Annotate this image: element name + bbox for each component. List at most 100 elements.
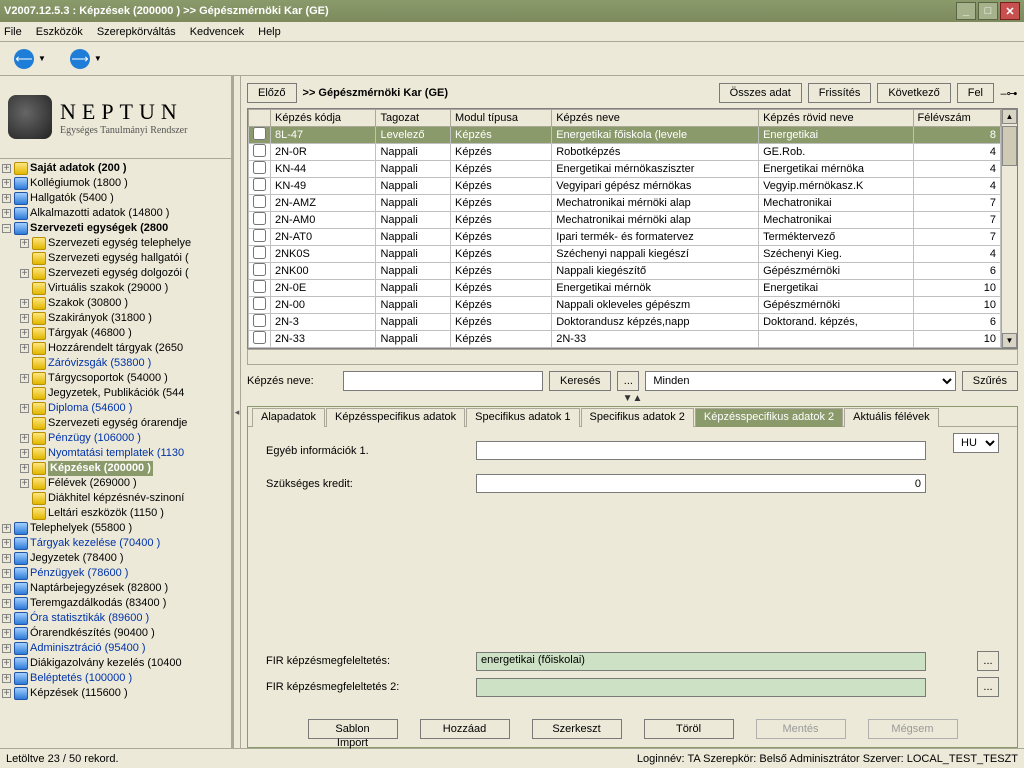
tree-twisty-icon[interactable]: + (20, 464, 29, 473)
tree-twisty-icon[interactable]: + (2, 179, 11, 188)
table-row[interactable]: KN-49NappaliKépzésVegyipari gépész mérnö… (249, 178, 1001, 195)
tree-item[interactable]: +Szakok (30800 ) (2, 296, 231, 311)
menu-szerepkörváltás[interactable]: Szerepkörváltás (97, 26, 176, 38)
tree-twisty-icon[interactable]: + (2, 209, 11, 218)
tree-twisty-icon[interactable]: + (20, 299, 29, 308)
tab[interactable]: Aktuális félévek (844, 408, 938, 427)
tree-item[interactable]: +Félévek (269000 ) (2, 476, 231, 491)
table-row[interactable]: KN-44NappaliKépzésEnergetikai mérnökaszi… (249, 161, 1001, 178)
tree-item[interactable]: +Szervezeti egység dolgozói ( (2, 266, 231, 281)
tree-twisty-icon[interactable]: + (20, 374, 29, 383)
tree-item[interactable]: +Naptárbejegyzések (82800 ) (2, 581, 231, 596)
action-hozzáad[interactable]: Hozzáad (420, 719, 510, 739)
table-row[interactable]: 2N-0RNappaliKépzésRobotképzésGE.Rob.4 (249, 144, 1001, 161)
table-row[interactable]: 2N-AMZNappaliKépzésMechatronikai mérnöki… (249, 195, 1001, 212)
grid-col-header[interactable]: Félévszám (913, 110, 1000, 127)
row-checkbox[interactable] (253, 161, 266, 174)
nav-tree[interactable]: +Saját adatok (200 )+Kollégiumok (1800 )… (0, 158, 231, 748)
table-row[interactable]: 2N-AT0NappaliKépzésIpari termék- és form… (249, 229, 1001, 246)
tree-item[interactable]: +Szervezeti egység telephelye (2, 236, 231, 251)
search-button[interactable]: Keresés (549, 371, 611, 391)
menu-help[interactable]: Help (258, 26, 281, 38)
tree-item[interactable]: +Pénzügy (106000 ) (2, 431, 231, 446)
tree-item[interactable]: +Diploma (54600 ) (2, 401, 231, 416)
tree-item[interactable]: Virtuális szakok (29000 ) (2, 281, 231, 296)
tree-item[interactable]: +Alkalmazotti adatok (14800 ) (2, 206, 231, 221)
grid-col-header[interactable]: Képzés rövid neve (759, 110, 913, 127)
fir2-browse-button[interactable]: ... (977, 677, 999, 697)
action-sablon import[interactable]: Sablon Import (308, 719, 398, 739)
tree-twisty-icon[interactable]: + (20, 449, 29, 458)
sidebar-collapse-handle[interactable]: ◂ (233, 76, 241, 748)
tree-twisty-icon[interactable]: + (2, 539, 11, 548)
tree-item[interactable]: Szervezeti egység hallgatói ( (2, 251, 231, 266)
tree-twisty-icon[interactable]: + (2, 644, 11, 653)
tree-twisty-icon[interactable]: + (2, 659, 11, 668)
table-row[interactable]: 2NK00NappaliKépzésNappali kiegészítőGépé… (249, 263, 1001, 280)
tree-item[interactable]: +Tárgyak (46800 ) (2, 326, 231, 341)
tree-item[interactable]: +Adminisztráció (95400 ) (2, 641, 231, 656)
tree-twisty-icon[interactable]: + (2, 689, 11, 698)
nav-forward-dd[interactable]: ▼ (94, 54, 102, 63)
refresh-button[interactable]: Frissítés (808, 83, 872, 103)
action-töröl[interactable]: Töröl (644, 719, 734, 739)
tree-item[interactable]: Szervezeti egység órarendje (2, 416, 231, 431)
tree-item[interactable]: +Képzések (115600 ) (2, 686, 231, 701)
nav-back-dd[interactable]: ▼ (38, 54, 46, 63)
minimize-button[interactable]: _ (956, 2, 976, 20)
tree-item[interactable]: +Óra statisztikák (89600 ) (2, 611, 231, 626)
tree-twisty-icon[interactable]: + (20, 239, 29, 248)
tree-twisty-icon[interactable]: + (20, 479, 29, 488)
menu-file[interactable]: File (4, 26, 22, 38)
row-checkbox[interactable] (253, 229, 266, 242)
table-row[interactable]: 2N-0ENappaliKépzésEnergetikai mérnökEner… (249, 280, 1001, 297)
table-row[interactable]: 2NK0SNappaliKépzésSzéchenyi nappali kieg… (249, 246, 1001, 263)
maximize-button[interactable]: □ (978, 2, 998, 20)
up-button[interactable]: Fel (957, 83, 994, 103)
tree-item[interactable]: Leltári eszközök (1150 ) (2, 506, 231, 521)
tree-twisty-icon[interactable]: + (2, 569, 11, 578)
tree-twisty-icon[interactable]: + (2, 524, 11, 533)
table-row[interactable]: 2N-AM0NappaliKépzésMechatronikai mérnöki… (249, 212, 1001, 229)
fir1-browse-button[interactable]: ... (977, 651, 999, 671)
table-row[interactable]: 2N-33NappaliKépzés2N-3310 (249, 331, 1001, 348)
tree-item[interactable]: +Beléptetés (100000 ) (2, 671, 231, 686)
prev-button[interactable]: Előző (247, 83, 297, 103)
close-button[interactable]: ✕ (1000, 2, 1020, 20)
scroll-up-icon[interactable]: ▲ (1002, 109, 1017, 124)
table-row[interactable]: 2N-3NappaliKépzésDoktorandusz képzés,nap… (249, 314, 1001, 331)
search-input[interactable] (343, 371, 543, 391)
row-checkbox[interactable] (253, 297, 266, 310)
menu-kedvencek[interactable]: Kedvencek (190, 26, 244, 38)
tree-twisty-icon[interactable]: + (2, 554, 11, 563)
tree-item[interactable]: +Telephelyek (55800 ) (2, 521, 231, 536)
grid-hscroll[interactable] (247, 349, 1018, 365)
grid-col-header[interactable]: Képzés neve (552, 110, 759, 127)
grid-table[interactable]: Képzés kódjaTagozatModul típusaKépzés ne… (248, 109, 1001, 348)
grid-col-header[interactable]: Modul típusa (451, 110, 552, 127)
nav-forward-button[interactable]: ⟶ (70, 49, 90, 69)
tree-item[interactable]: +Hallgatók (5400 ) (2, 191, 231, 206)
filter-button[interactable]: Szűrés (962, 371, 1018, 391)
row-checkbox[interactable] (253, 178, 266, 191)
table-row[interactable]: 2N-00NappaliKépzésNappali okleveles gépé… (249, 297, 1001, 314)
scroll-down-icon[interactable]: ▼ (1002, 333, 1017, 348)
tab[interactable]: Specifikus adatok 2 (581, 408, 694, 427)
tree-item[interactable]: +Tárgyak kezelése (70400 ) (2, 536, 231, 551)
row-checkbox[interactable] (253, 127, 266, 140)
tree-twisty-icon[interactable]: + (20, 434, 29, 443)
tree-twisty-icon[interactable]: + (2, 614, 11, 623)
row-checkbox[interactable] (253, 280, 266, 293)
tree-item[interactable]: +Nyomtatási templatek (1130 (2, 446, 231, 461)
tree-item[interactable]: +Diákigazolvány kezelés (10400 (2, 656, 231, 671)
grid-col-header[interactable]: Képzés kódja (271, 110, 376, 127)
tree-item[interactable]: +Tárgycsoportok (54000 ) (2, 371, 231, 386)
row-checkbox[interactable] (253, 212, 266, 225)
tab[interactable]: Képzésspecifikus adatok 2 (695, 408, 843, 427)
tree-twisty-icon[interactable]: + (2, 674, 11, 683)
tree-item[interactable]: Jegyzetek, Publikációk (544 (2, 386, 231, 401)
next-button[interactable]: Következő (877, 83, 950, 103)
tree-item[interactable]: −Szervezeti egységek (2800 (2, 221, 231, 236)
separator-handle[interactable]: ▼▲ (247, 393, 1018, 404)
tree-item[interactable]: +Kollégiumok (1800 ) (2, 176, 231, 191)
